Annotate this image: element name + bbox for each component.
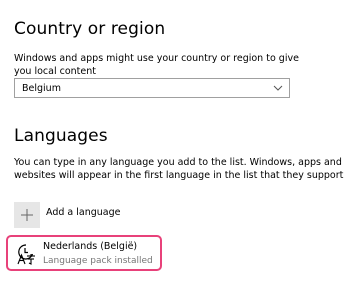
plus-icon: [14, 202, 40, 228]
language-name: Nederlands (België): [43, 241, 138, 252]
country-region-selected-value: Belgium: [22, 83, 61, 94]
country-region-description: Windows and apps might use your country …: [14, 53, 299, 77]
add-language-label: Add a language: [46, 207, 121, 218]
country-region-title: Country or region: [14, 19, 166, 39]
add-language-button[interactable]: Add a language: [14, 202, 154, 228]
language-status: Language pack installed: [43, 256, 153, 266]
region-language-settings: Country or region Windows and apps might…: [0, 0, 360, 287]
country-region-dropdown[interactable]: Belgium: [14, 78, 290, 98]
language-list-item[interactable]: Nederlands (België) Language pack instal…: [12, 239, 160, 269]
language-time-icon: [17, 244, 35, 265]
languages-description: You can type in any language you add to …: [14, 157, 344, 181]
languages-title: Languages: [14, 126, 108, 146]
chevron-down-icon: [273, 85, 283, 91]
